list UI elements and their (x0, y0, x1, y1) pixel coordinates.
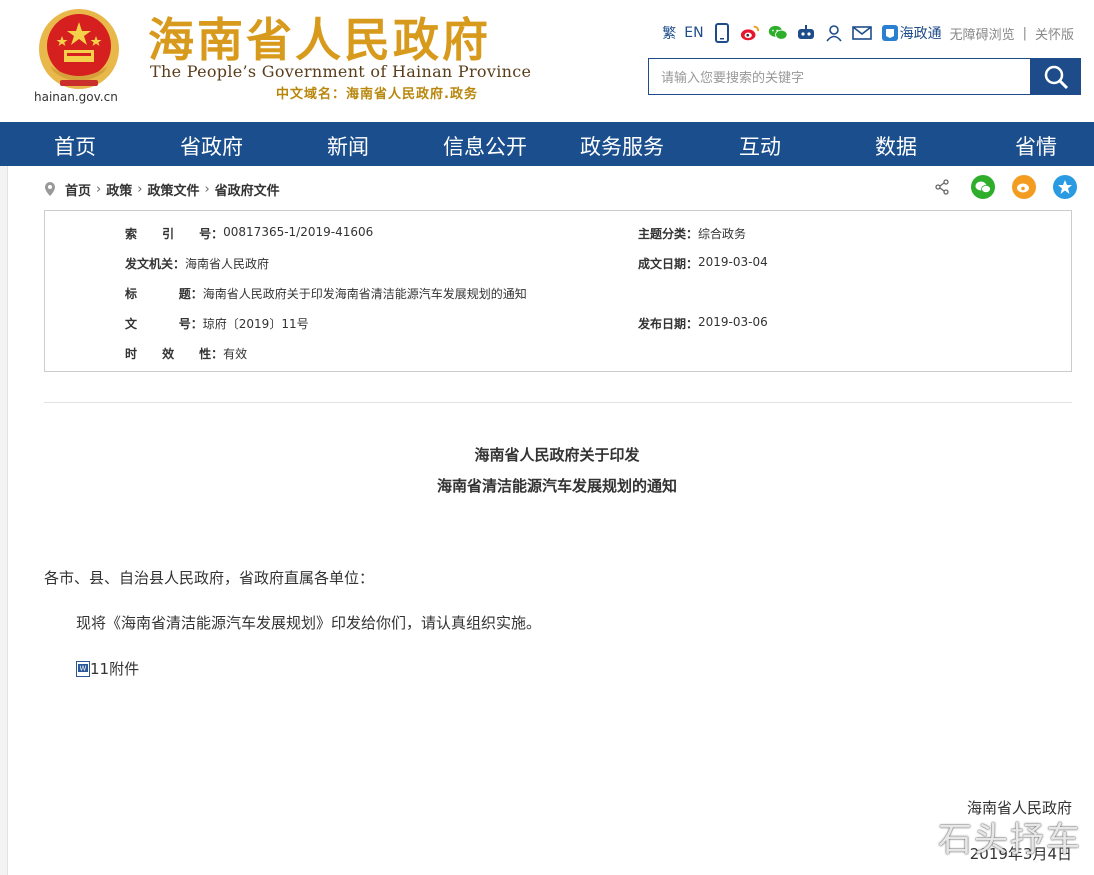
search-icon (1044, 65, 1069, 89)
document-paragraph: 现将《海南省清洁能源汽车发展规划》印发给你们，请认真组织实施。 (76, 614, 542, 632)
word-document-icon: W (76, 660, 90, 677)
meta-docno-value: 琼府〔2019〕11号 (202, 317, 309, 331)
user-icon[interactable] (824, 23, 844, 43)
meta-published-value: 2019-03-06 (698, 315, 768, 329)
nav-item-province[interactable]: 省情 (1015, 131, 1057, 161)
nav-item-services[interactable]: 政务服务 (580, 131, 664, 161)
breadcrumb-sep: › (204, 181, 210, 197)
nav-item-home[interactable]: 首页 (54, 131, 96, 161)
breadcrumb-sep: › (137, 181, 143, 197)
meta-topic-value: 综合政务 (698, 227, 747, 241)
wechat-icon[interactable] (768, 23, 788, 43)
meta-created: 成文日期： 2019-03-04 (638, 255, 768, 272)
weibo-icon[interactable] (740, 23, 760, 43)
share-wechat-icon[interactable] (971, 175, 995, 199)
breadcrumb-policy[interactable]: 政策 (106, 180, 132, 199)
meta-index-value: 00817365-1/2019-41606 (223, 225, 374, 239)
meta-validity: 时 效 性： 有效 (125, 345, 247, 362)
search-input[interactable]: 请输入您要搜索的关键字 (648, 58, 1031, 95)
breadcrumb-provincial-files[interactable]: 省政府文件 (215, 180, 280, 199)
content-divider (44, 402, 1072, 403)
nav-item-government[interactable]: 省政府 (180, 131, 243, 161)
care-version-link[interactable]: 关怀版 (1035, 24, 1074, 43)
nav-item-data[interactable]: 数据 (875, 131, 917, 161)
meta-index-label: 索 引 号： (125, 227, 224, 241)
site-domain-cn: 中文域名：海南省人民政府.政务 (276, 87, 478, 102)
logo-domain: hainan.gov.cn (34, 90, 118, 104)
site-title-cn[interactable]: 海南省人民政府 (148, 4, 491, 70)
mobile-icon[interactable] (712, 23, 732, 43)
national-emblem-logo[interactable] (36, 6, 122, 92)
robot-icon[interactable] (796, 23, 816, 43)
meta-topic: 主题分类： 综合政务 (638, 225, 746, 242)
main-nav: 首页 省政府 新闻 信息公开 政务服务 互动 数据 省情 (0, 122, 1094, 166)
watermark-text: 石头抒车 (938, 820, 1082, 860)
location-pin-icon (45, 182, 55, 196)
meta-published: 发布日期： 2019-03-06 (638, 315, 768, 332)
breadcrumb-policy-files[interactable]: 政策文件 (147, 180, 199, 199)
english-link[interactable]: EN (684, 25, 703, 41)
header-toolbar: 繁 EN 海政通 无障碍浏览 | 关怀版 (662, 22, 1074, 44)
meta-created-value: 2019-03-04 (698, 255, 768, 269)
breadcrumb-sep: › (96, 181, 102, 197)
hzt-label: 海政通 (899, 26, 942, 42)
meta-topic-label: 主题分类： (638, 227, 699, 241)
meta-issuer: 发文机关： 海南省人民政府 (125, 255, 269, 272)
share-weibo-icon[interactable] (1012, 175, 1036, 199)
meta-published-label: 发布日期： (638, 317, 699, 331)
meta-created-label: 成文日期： (638, 257, 699, 271)
nav-item-news[interactable]: 新闻 (327, 131, 369, 161)
share-icon[interactable] (930, 175, 954, 199)
svg-text:W: W (80, 664, 87, 672)
breadcrumb-home[interactable]: 首页 (65, 180, 91, 199)
hzt-link[interactable]: 海政通 (880, 23, 942, 43)
site-title-en: The People’s Government of Hainan Provin… (150, 62, 532, 81)
meta-validity-label: 时 效 性： (125, 347, 224, 361)
meta-issuer-value: 海南省人民政府 (185, 257, 270, 271)
attachment-link[interactable]: W 11附件 (76, 658, 139, 679)
attachment-label: 11附件 (90, 660, 140, 678)
traditional-chinese-link[interactable]: 繁 (662, 23, 676, 43)
meta-docno: 文 号： 琼府〔2019〕11号 (125, 315, 309, 332)
toolbar-separator: | (1022, 25, 1027, 41)
meta-title-label: 标 题： (125, 287, 203, 301)
share-bar (930, 175, 1077, 199)
meta-issuer-label: 发文机关： (125, 257, 186, 271)
accessible-browse-link[interactable]: 无障碍浏览 (950, 24, 1015, 43)
document-salutation: 各市、县、自治县人民政府，省政府直属各单位： (44, 569, 375, 587)
document-title-line2: 海南省清洁能源汽车发展规划的通知 (436, 477, 677, 495)
breadcrumb: 首页 › 政策 › 政策文件 › 省政府文件 (44, 180, 280, 199)
meta-validity-value: 有效 (223, 347, 248, 361)
document-metadata-box: 索 引 号： 00817365-1/2019-41606 主题分类： 综合政务 … (44, 210, 1072, 372)
nav-item-interaction[interactable]: 互动 (739, 131, 781, 161)
share-qzone-icon[interactable] (1053, 175, 1077, 199)
meta-docno-label: 文 号： (125, 317, 203, 331)
hzt-icon (880, 23, 900, 43)
site-header: hainan.gov.cn 海南省人民政府 The People’s Gover… (0, 0, 1094, 122)
meta-title-value: 海南省人民政府关于印发海南省清洁能源汽车发展规划的通知 (202, 287, 527, 301)
mail-icon[interactable] (851, 23, 872, 43)
document-title-line1: 海南省人民政府关于印发 (474, 446, 640, 464)
search-button[interactable] (1031, 58, 1081, 95)
meta-title: 标 题： 海南省人民政府关于印发海南省清洁能源汽车发展规划的通知 (125, 285, 527, 302)
nav-item-disclosure[interactable]: 信息公开 (443, 131, 527, 161)
left-frame-strip (0, 166, 8, 875)
meta-index: 索 引 号： 00817365-1/2019-41606 (125, 225, 373, 242)
